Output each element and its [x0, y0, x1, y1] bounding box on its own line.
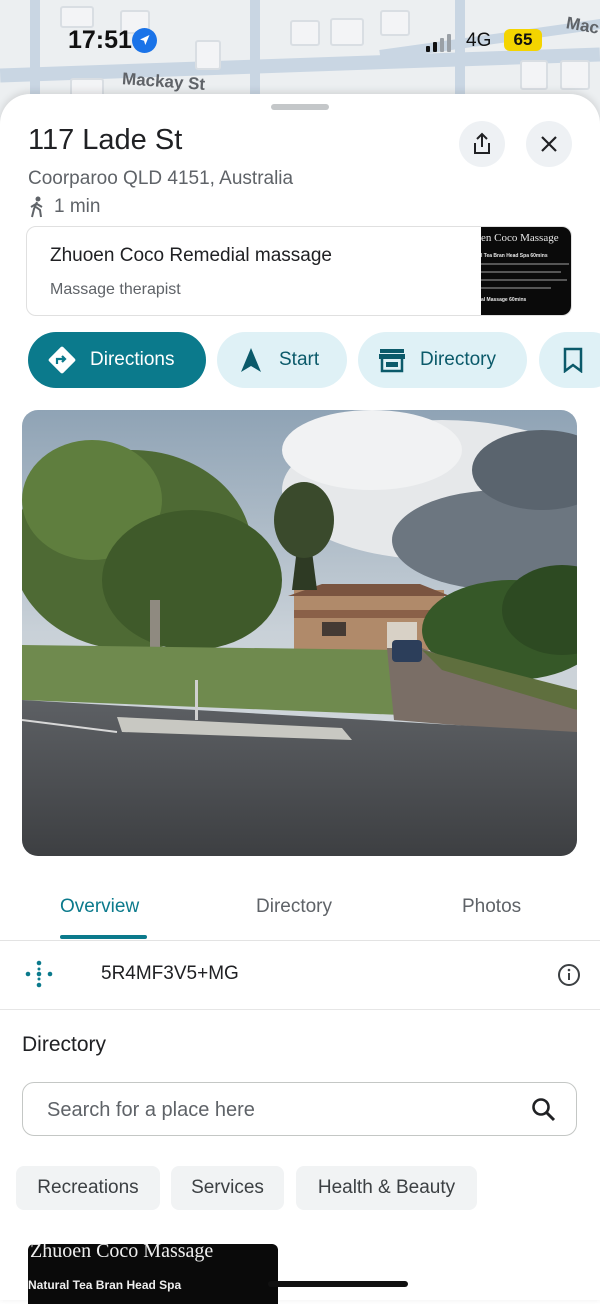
directory-label: Directory: [420, 349, 497, 370]
business-thumbnail: en Coco Massage l Tea Bran Head Spa 60mi…: [481, 227, 571, 315]
business-card[interactable]: Zhuoen Coco Remedial massage Massage the…: [26, 226, 572, 316]
start-label: Start: [279, 349, 320, 370]
walk-time: 1 min: [28, 196, 100, 218]
business-type: Massage therapist: [50, 281, 181, 298]
bookmark-icon: [557, 344, 589, 376]
plus-code-value: 5R4MF3V5+MG: [101, 963, 239, 984]
directory-search-box[interactable]: [22, 1082, 577, 1136]
directions-button[interactable]: Directions: [28, 332, 206, 388]
directions-icon: [46, 344, 78, 376]
directory-button[interactable]: Directory: [358, 332, 527, 388]
info-icon[interactable]: [557, 963, 581, 987]
close-icon: [541, 136, 557, 152]
tab-photos[interactable]: Photos: [462, 896, 521, 918]
plus-code-row[interactable]: 5R4MF3V5+MG: [0, 941, 600, 1010]
category-chip-recreations[interactable]: Recreations: [16, 1166, 160, 1210]
save-button[interactable]: [539, 332, 600, 388]
storefront-icon: [376, 344, 408, 376]
tab-directory[interactable]: Directory: [256, 896, 332, 918]
tab-overview[interactable]: Overview: [60, 896, 139, 918]
category-chip-services[interactable]: Services: [171, 1166, 284, 1210]
navigation-arrow-icon: [235, 344, 267, 376]
battery-indicator: 65: [504, 29, 542, 51]
location-services-icon: [132, 28, 157, 53]
active-tab-indicator: [60, 935, 147, 939]
search-icon[interactable]: [531, 1097, 557, 1123]
street-view-photo[interactable]: [22, 410, 577, 856]
tab-bar: Overview Directory Photos: [0, 878, 600, 941]
category-chip-health-beauty[interactable]: Health & Beauty: [296, 1166, 477, 1210]
status-bar: 17:51 4G 65: [0, 0, 600, 84]
directions-label: Directions: [90, 349, 175, 370]
place-address: Coorparoo QLD 4151, Australia: [28, 168, 294, 189]
walk-time-label: 1 min: [54, 196, 101, 217]
thumb-title: en Coco Massage: [481, 232, 559, 244]
close-button[interactable]: [526, 121, 572, 167]
share-button[interactable]: [459, 121, 505, 167]
listing-thumb-line: Natural Tea Bran Head Spa: [28, 1278, 182, 1292]
plus-code-icon: [25, 960, 53, 988]
sheet-drag-handle[interactable]: [271, 104, 329, 110]
place-sheet: 117 Lade St Coorparoo QLD 4151, Australi…: [0, 94, 600, 1300]
walking-icon: [30, 196, 43, 218]
thumb-line-1: l Tea Bran Head Spa 60mins: [481, 253, 548, 259]
network-type: 4G: [466, 30, 492, 51]
home-indicator[interactable]: [268, 1281, 408, 1287]
directory-heading: Directory: [22, 1033, 107, 1056]
share-icon: [474, 132, 490, 154]
status-time: 17:51: [68, 26, 132, 54]
business-name: Zhuoen Coco Remedial massage: [50, 245, 332, 266]
start-button[interactable]: Start: [217, 332, 347, 388]
cellular-signal-icon: [426, 34, 451, 52]
directory-search-input[interactable]: [45, 1095, 519, 1125]
directory-listing-thumbnail[interactable]: Zhuoen Coco Massage Natural Tea Bran Hea…: [28, 1244, 278, 1304]
listing-thumb-title: Zhuoen Coco Massage: [30, 1244, 214, 1262]
thumb-line-2: al Massage 60mins: [481, 297, 527, 303]
action-chips: Directions Start Directory: [28, 332, 600, 388]
place-title: 117 Lade St: [28, 124, 183, 156]
